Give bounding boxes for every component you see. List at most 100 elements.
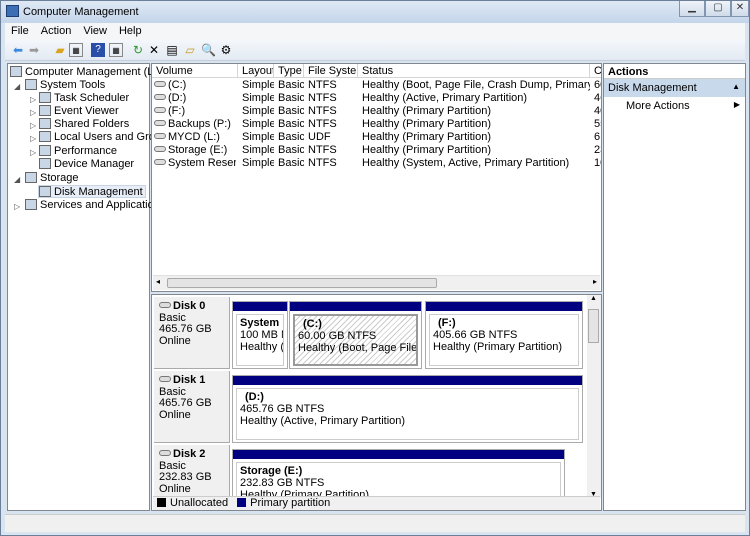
expand-arrow-icon[interactable]: ▷ xyxy=(30,95,36,104)
volume-cell: (D:) xyxy=(154,92,236,105)
volume-cell: NTFS xyxy=(308,105,337,117)
volume-cell: Basic xyxy=(278,92,304,104)
volume-row[interactable]: (F:) Simple Basic NTFS Healthy (Primary Part… xyxy=(152,105,601,118)
tree-item-computer-management[interactable]: Computer Management (Local xyxy=(10,66,174,79)
drive-icon xyxy=(154,94,166,100)
volume-row[interactable]: (D:) Simple Basic NTFS Healthy (Active, Prim… xyxy=(152,92,601,105)
close-button[interactable]: ✕ xyxy=(731,1,749,17)
volume-row[interactable]: System Reserved Simple Basic NTFS Healthy (S… xyxy=(152,157,601,170)
minimize-button[interactable]: ▁ xyxy=(679,1,705,17)
tree-item-performance[interactable]: Performance xyxy=(39,145,117,158)
legend-swatch-primary xyxy=(237,498,247,507)
menu-view[interactable]: View xyxy=(77,23,113,37)
tree-item-services[interactable]: Services and Applications xyxy=(25,199,165,212)
partition[interactable]: (F:) 405.66 GB NTFS Healthy (Primary Parti… xyxy=(425,301,583,369)
tree-item-disk-management[interactable]: Disk Management xyxy=(38,185,146,198)
column-header[interactable]: Volume xyxy=(152,64,238,78)
tree-item-shared-folders[interactable]: Shared Folders xyxy=(39,118,129,131)
expand-arrow-icon[interactable]: ▷ xyxy=(14,202,20,211)
users-icon xyxy=(39,131,51,142)
disk-management-icon xyxy=(39,186,51,197)
tree-item-storage[interactable]: Storage xyxy=(25,172,79,185)
volume-row[interactable]: Backups (P:) Simple Basic NTFS Healthy (Prim… xyxy=(152,118,601,131)
column-header[interactable]: Layout xyxy=(238,64,274,78)
forward-icon[interactable]: ➡ xyxy=(27,43,41,57)
actions-section-disk-management[interactable]: Disk Management ▲ xyxy=(604,79,745,97)
tree-item-task-scheduler[interactable]: Task Scheduler xyxy=(39,92,129,105)
disk-state: Online xyxy=(159,334,191,347)
open-icon[interactable]: ▱ xyxy=(183,43,197,57)
expand-arrow-icon[interactable]: ▷ xyxy=(30,108,36,117)
volume-row[interactable]: (C:) Simple Basic NTFS Healthy (Boot, Page F… xyxy=(152,79,601,92)
expand-arrow-icon[interactable]: ▷ xyxy=(30,121,36,130)
primary-partition-bar xyxy=(426,302,582,311)
maximize-button[interactable]: ▢ xyxy=(705,1,731,17)
disk-icon xyxy=(159,376,171,382)
collapse-arrow-icon[interactable]: ◢ xyxy=(14,175,20,184)
disk-label[interactable]: Disk 0 Basic 465.76 GB Online xyxy=(154,297,230,369)
partition[interactable]: (D:) 465.76 GB NTFS Healthy (Active, Prima… xyxy=(232,375,583,443)
volume-cell: Healthy (System, Active, Primary Partiti… xyxy=(362,157,570,169)
drive-icon xyxy=(154,107,166,113)
toolbar: ⬅ ➡ ▰ ▦ ? ▦ ↻ ✕ ▤ ▱ 🔍 ⚙ xyxy=(5,40,745,61)
expand-arrow-icon[interactable]: ▷ xyxy=(30,134,36,143)
volume-cell: 23 xyxy=(594,144,601,156)
actions-pane: Actions Disk Management ▲ More Actions ▶ xyxy=(603,63,746,511)
expand-arrow-icon[interactable]: ▷ xyxy=(30,148,36,157)
menu-help[interactable]: Help xyxy=(113,23,148,37)
menu-action[interactable]: Action xyxy=(35,23,78,37)
delete-icon[interactable]: ✕ xyxy=(147,43,161,57)
horizontal-scrollbar[interactable]: ◂ ▸ xyxy=(153,275,600,290)
primary-partition-bar xyxy=(233,302,287,311)
services-icon xyxy=(25,199,37,210)
submenu-arrow-icon: ▶ xyxy=(733,100,740,109)
partition-details: (C:) 60.00 GB NTFS Healthy (Boot, Page Fil… xyxy=(293,314,418,366)
up-folder-icon[interactable]: ▰ xyxy=(53,43,67,57)
column-header[interactable]: C xyxy=(590,64,601,78)
volume-cell: (C:) xyxy=(154,79,236,92)
volume-cell: System Reserved xyxy=(154,157,236,170)
collapse-arrow-icon[interactable]: ◢ xyxy=(14,82,20,91)
status-bar xyxy=(5,514,745,532)
search-icon[interactable]: 🔍 xyxy=(201,43,216,57)
partition[interactable]: System Re100 MB NTIHealthy (Sy xyxy=(232,301,288,369)
show-hide-action-pane-icon[interactable]: ▦ xyxy=(109,43,123,57)
back-icon[interactable]: ⬅ xyxy=(11,43,25,57)
scrollbar-thumb[interactable] xyxy=(588,309,599,343)
menu-file[interactable]: File xyxy=(5,23,35,37)
help-icon[interactable]: ? xyxy=(91,43,105,57)
volume-row[interactable]: MYCD (L:) Simple Basic UDF Healthy (Primary … xyxy=(152,131,601,144)
column-header[interactable]: File System xyxy=(304,64,358,78)
volume-cell: 40 xyxy=(594,105,601,117)
legend-swatch-unallocated xyxy=(157,498,166,507)
volume-cell: (F:) xyxy=(154,105,236,118)
volume-cell: Storage (E:) xyxy=(154,144,236,157)
column-header[interactable]: Status xyxy=(358,64,590,78)
primary-partition-bar xyxy=(233,376,582,385)
volume-cell: Healthy (Primary Partition) xyxy=(362,105,491,117)
disk-label[interactable]: Disk 1 Basic 465.76 GB Online xyxy=(154,371,230,443)
scrollbar-thumb[interactable] xyxy=(167,278,437,288)
tree-item-device-manager[interactable]: Device Manager xyxy=(39,158,134,171)
tree-item-event-viewer[interactable]: Event Viewer xyxy=(39,105,119,118)
column-header[interactable]: Type xyxy=(274,64,304,78)
scroll-left-icon[interactable]: ◂ xyxy=(156,277,160,286)
disk-graphical-view: Storage (E:) 232.83 GB NTFS Healthy (Prima… xyxy=(151,294,602,511)
partition-size: 100 MB NTI xyxy=(240,329,283,341)
volume-row[interactable]: Storage (E:) Simple Basic NTFS Healthy (Prim… xyxy=(152,144,601,157)
disk-size: 232.83 GB xyxy=(159,471,212,483)
disk-name: Disk 1 xyxy=(159,374,224,387)
tree-item-system-tools[interactable]: System Tools xyxy=(25,79,105,92)
collapse-icon[interactable]: ▲ xyxy=(732,82,740,91)
volume-cell: Basic xyxy=(278,118,304,130)
properties-icon[interactable]: ▤ xyxy=(165,43,179,57)
settings-icon[interactable]: ⚙ xyxy=(219,43,233,57)
show-hide-tree-icon[interactable]: ▦ xyxy=(69,43,83,57)
vertical-scrollbar[interactable]: ▲ ▼ xyxy=(587,295,601,498)
performance-icon xyxy=(39,145,51,156)
more-actions[interactable]: More Actions ▶ xyxy=(604,97,745,115)
device-manager-icon xyxy=(39,158,51,169)
scroll-right-icon[interactable]: ▸ xyxy=(593,277,597,286)
refresh-icon[interactable]: ↻ xyxy=(131,43,145,57)
partition[interactable]: (C:) 60.00 GB NTFS Healthy (Boot, Page Fil… xyxy=(289,301,422,369)
